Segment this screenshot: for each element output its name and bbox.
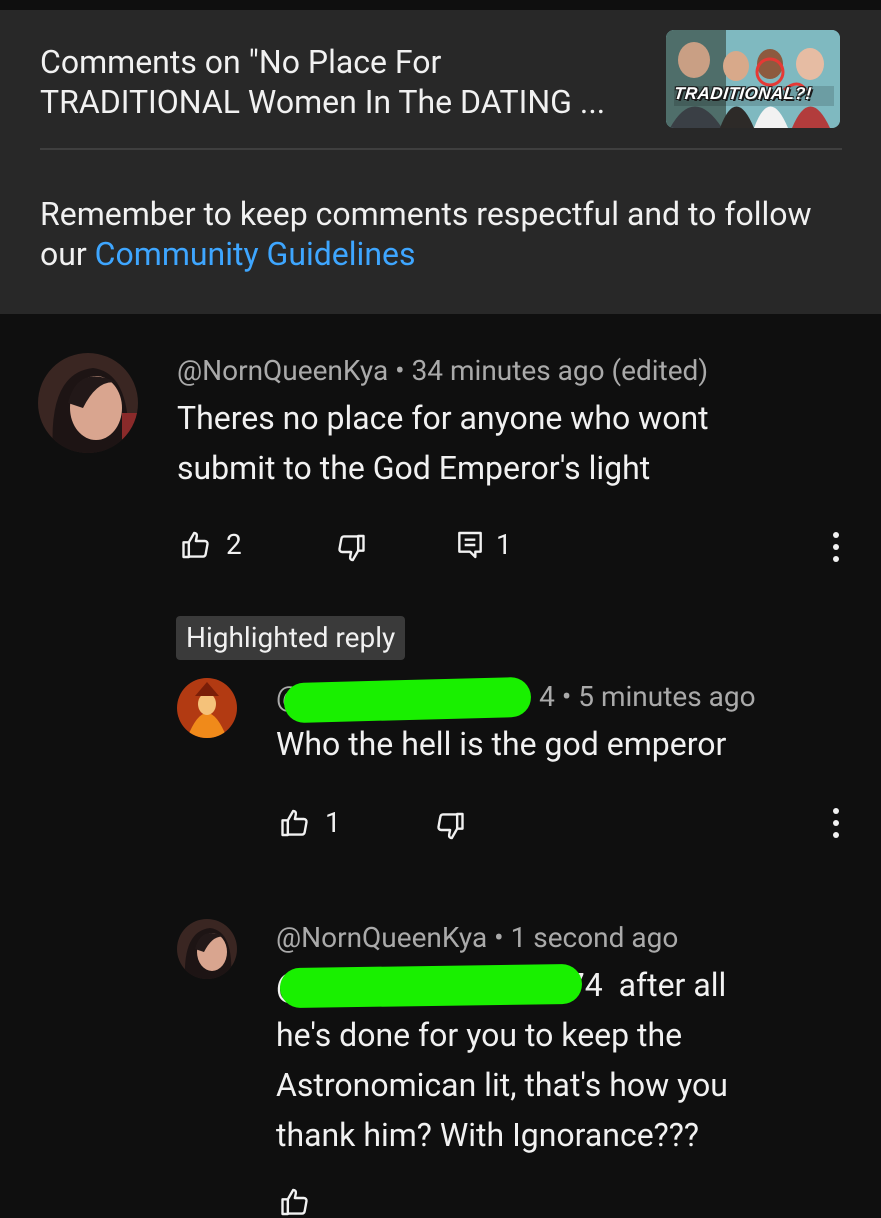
commenter-avatar[interactable] [38, 353, 138, 453]
reply2-avatar[interactable] [177, 919, 237, 979]
comment-meta: @NornQueenKya • 34 minutes ago (edited) [177, 354, 708, 387]
reply-button[interactable]: 1 [456, 528, 512, 561]
community-notice: Remember to keep comments respectful and… [40, 194, 840, 274]
reply-count: 1 [496, 528, 512, 561]
like-count: 2 [226, 528, 242, 561]
reply-like-button[interactable]: 1 [276, 806, 341, 839]
redaction-mark [283, 676, 532, 724]
avatar-image [177, 678, 237, 738]
comment-author[interactable]: @NornQueenKya [177, 354, 388, 387]
community-guidelines-link[interactable]: Community Guidelines [95, 235, 416, 273]
like-icon [281, 809, 308, 836]
reply-like-count: 1 [325, 806, 341, 839]
thumbnail-image [666, 30, 840, 128]
comment-text: Theres no place for anyone who wont subm… [177, 399, 709, 487]
meta-separator: • [561, 680, 579, 713]
reply-text: Who the hell is the god emperor [276, 725, 727, 763]
dislike-icon [338, 534, 365, 562]
reply2-author[interactable]: @NornQueenKya [276, 921, 487, 954]
reply-author-end[interactable]: 4 [539, 680, 555, 713]
reply-dislike-button[interactable] [432, 810, 469, 842]
header-divider [40, 148, 842, 150]
reply-time: 5 minutes ago [578, 680, 756, 713]
reply-icon [458, 531, 482, 558]
thumbnail-label: TRADITIONAL?! [673, 84, 813, 103]
dislike-icon [437, 812, 464, 840]
reply2-meta: @NornQueenKya • 1 second ago [276, 921, 678, 954]
redaction-mark [279, 963, 583, 1009]
video-thumbnail[interactable]: TRADITIONAL?! [666, 30, 840, 128]
like-button[interactable]: 2 [177, 528, 242, 561]
comments-title: Comments on "No Place For TRADITIONAL Wo… [40, 43, 606, 121]
reply2-time: 1 second ago [510, 921, 679, 954]
highlighted-reply-badge: Highlighted reply [176, 616, 406, 660]
top-strip [0, 0, 881, 10]
comments-header: Comments on "No Place For TRADITIONAL Wo… [0, 0, 881, 314]
like-icon [281, 1188, 308, 1216]
comment-time: 34 minutes ago (edited) [411, 354, 709, 387]
meta-separator: • [494, 921, 511, 954]
more-icon[interactable] [826, 530, 846, 564]
avatar-image [38, 353, 138, 453]
dislike-button[interactable] [333, 532, 370, 564]
more-icon[interactable] [826, 806, 846, 840]
meta-separator: • [395, 354, 412, 387]
like-icon [182, 531, 209, 558]
reply-avatar[interactable] [177, 678, 237, 738]
avatar-image [177, 919, 237, 979]
reply2-like-button[interactable] [276, 1186, 313, 1218]
